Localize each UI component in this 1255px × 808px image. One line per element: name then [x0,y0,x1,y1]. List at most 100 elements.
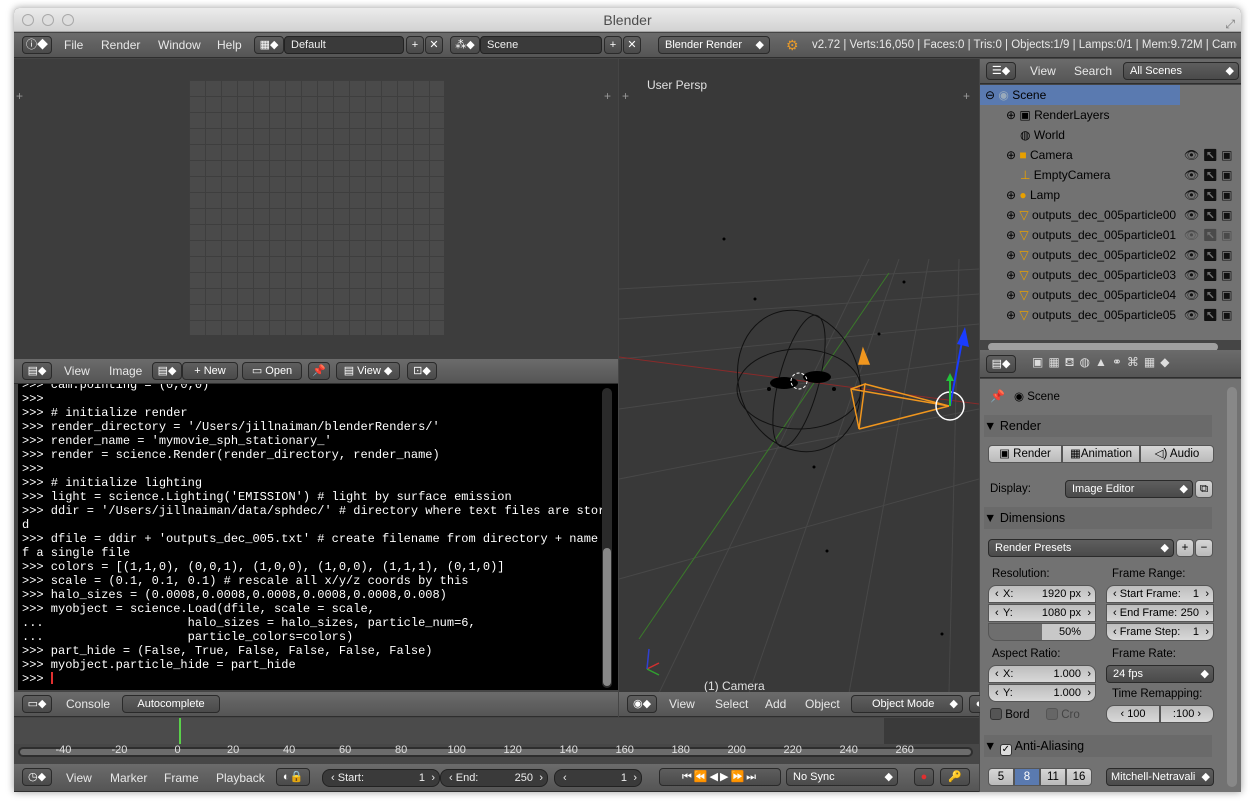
autocomplete-button[interactable]: Autocomplete [122,695,220,713]
outliner-row-renderlayers[interactable]: ⊕ ▣ RenderLayers [980,105,1240,125]
outliner-row-world[interactable]: ◍ World [980,125,1240,145]
image-browse-button[interactable]: ▤◆ [152,362,182,380]
aa-filter-select[interactable]: Mitchell-Netravali ◆ [1106,768,1214,786]
viewport-editor-type-button[interactable]: ◉◆ [627,695,657,713]
timeline-scrollbar-thumb[interactable] [20,749,971,755]
border-checkbox[interactable]: Bord [990,708,1030,721]
zoom-window-button[interactable] [62,14,74,26]
outliner-row-scene[interactable]: ⊖ ◉ Scene [980,85,1180,105]
aa-samples-5[interactable]: 5 [988,768,1014,786]
preset-add-icon[interactable]: + [1176,539,1194,557]
menu-window[interactable]: Window [158,33,201,57]
current-frame-field[interactable]: ‹ 1 › [554,769,642,787]
playback-controls[interactable]: ⏮⏪◀▶⏩⏭ [659,768,781,786]
toolshelf-plus-icon[interactable]: + [16,89,23,103]
audio-button[interactable]: ◁) Audio [1140,445,1214,463]
console-editor-type-button[interactable]: ▭◆ [22,695,52,713]
timeline-menu-marker[interactable]: Marker [110,766,147,790]
viewport-properties-icon[interactable]: + [963,89,970,103]
info-editor-type-button[interactable]: ⓘ◆ [22,36,52,54]
pin-scene-icon[interactable]: 📌 [990,389,1005,403]
remap-old-field[interactable]: ‹ 100 [1106,705,1160,723]
visibility-eye-icon[interactable]: 👁 ↖ ▣ [1184,205,1241,225]
properties-scrollbar[interactable] [1227,387,1237,787]
menu-file[interactable]: File [64,33,83,57]
visibility-eye-icon[interactable]: 👁 ↖ ▣ [1184,245,1241,265]
record-icon[interactable]: ● [914,768,934,786]
object-mode-select[interactable]: Object Mode ◆ [851,695,963,713]
layout-browse-button[interactable]: ▦◆ [254,36,284,54]
timeline-menu-frame[interactable]: Frame [164,766,199,790]
animation-button[interactable]: ▦Animation [1062,445,1140,463]
viewport-menu-select[interactable]: Select [715,692,748,716]
render-button[interactable]: ▣ Render [988,445,1062,463]
image-view-select[interactable]: ▤ View ◆ [336,362,400,380]
timeline-frames[interactable] [14,718,979,744]
minimize-window-button[interactable] [42,14,54,26]
visibility-eye-icon[interactable]: 👁 ↖ ▣ [1184,185,1241,205]
outliner-filter-select[interactable]: All Scenes ◆ [1123,62,1239,80]
crop-checkbox-box[interactable] [1046,708,1058,720]
layout-field[interactable]: Default [284,36,404,54]
border-checkbox-box[interactable] [990,708,1002,720]
viewport-toolshelf-icon[interactable]: + [622,89,629,103]
aa-samples-8[interactable]: 8 [1014,768,1040,786]
timeline-editor-type-button[interactable]: ◷◆ [22,768,52,786]
console-scrollbar-thumb[interactable] [603,548,611,686]
layout-add-icon[interactable]: + [406,36,424,54]
preset-remove-icon[interactable]: − [1195,539,1213,557]
display-select[interactable]: Image Editor ◆ [1065,480,1193,498]
menu-render[interactable]: Render [101,33,140,57]
properties-plus-icon[interactable]: + [604,89,611,103]
resolution-y-field[interactable]: ‹ Y: 1080 px › [988,604,1096,622]
y-arrow-head-icon[interactable] [946,373,954,381]
dimensions-panel-header[interactable]: ▼ Dimensions [984,507,1212,529]
pin-icon[interactable]: 📌 [308,362,330,380]
image-open-button[interactable]: ▭ Open [242,362,302,380]
viewport-menu-object[interactable]: Object [805,692,840,716]
viewport-menu-view[interactable]: View [669,692,695,716]
start-frame-field[interactable]: ‹ Start Frame: 1 › [1106,585,1214,603]
visibility-eye-icon[interactable]: 👁 ↖ ▣ [1184,305,1241,325]
image-new-button[interactable]: + New [182,362,238,380]
properties-editor-type-button[interactable]: ▤◆ [986,355,1016,373]
timeline-menu-view[interactable]: View [66,766,92,790]
visibility-eye-icon[interactable]: 👁 ↖ ▣ [1184,145,1241,165]
render-presets-select[interactable]: Render Presets ◆ [988,539,1174,557]
aspect-x-field[interactable]: ‹ X: 1.000 › [988,665,1096,683]
aa-samples-11[interactable]: 11 [1040,768,1066,786]
layout-remove-icon[interactable]: ✕ [425,36,443,54]
aspect-y-field[interactable]: ‹ Y: 1.000 › [988,684,1096,702]
visibility-eye-icon[interactable]: 👁 ↖ ▣ [1184,285,1241,305]
z-arrow-head-icon[interactable] [957,327,969,347]
display-window-icon[interactable]: ⧉ [1195,480,1213,498]
viewport-menu-add[interactable]: Add [765,692,786,716]
end-frame-field[interactable]: ‹ End Frame: 250 › [1106,604,1214,622]
anti-aliasing-panel-header[interactable]: ▼ ✓ Anti-Aliasing [984,735,1212,757]
crop-checkbox[interactable]: Cro [1046,708,1080,721]
render-panel-header[interactable]: ▼ Render [984,415,1212,437]
outliner-editor-type-button[interactable]: ☰◆ [986,62,1016,80]
context-tabs[interactable]: ▣▦⛾◍▲⚭⌘▦◆ [1032,355,1202,373]
scene-browse-button[interactable]: ⁂◆ [450,36,480,54]
keying-icon[interactable]: 🔑 [940,768,970,786]
console-scrollbar[interactable] [602,388,612,688]
frame-rate-select[interactable]: 24 fps ◆ [1106,665,1214,683]
outliner-menu-search[interactable]: Search [1074,59,1112,83]
python-console[interactable]: >>> cam.pointing = (0,0,0) >>> >>> # initi… [18,384,618,690]
timeline-scrollbar[interactable] [18,747,973,757]
render-engine-select[interactable]: Blender Render ◆ [658,36,770,54]
start-frame-timeline[interactable]: ‹ Start: 1 › [322,769,440,787]
resolution-x-field[interactable]: ‹ X: 1920 px › [988,585,1096,603]
image-menu-view[interactable]: View [64,359,90,383]
remap-new-field[interactable]: :100 › [1160,705,1214,723]
current-frame-indicator[interactable] [179,718,181,744]
timeline-menu-playback[interactable]: Playback [216,766,265,790]
scene-remove-icon[interactable]: ✕ [623,36,641,54]
3d-viewport[interactable]: User Persp (1) Camera + + [619,59,979,693]
frame-step-field[interactable]: ‹ Frame Step: 1 › [1106,623,1214,641]
visibility-eye-icon[interactable]: 👁 ↖ ▣ [1184,225,1241,245]
end-frame-timeline[interactable]: ‹ End: 250 › [440,769,548,787]
image-menu-image[interactable]: Image [109,359,142,383]
timeline-area[interactable] [14,718,979,764]
